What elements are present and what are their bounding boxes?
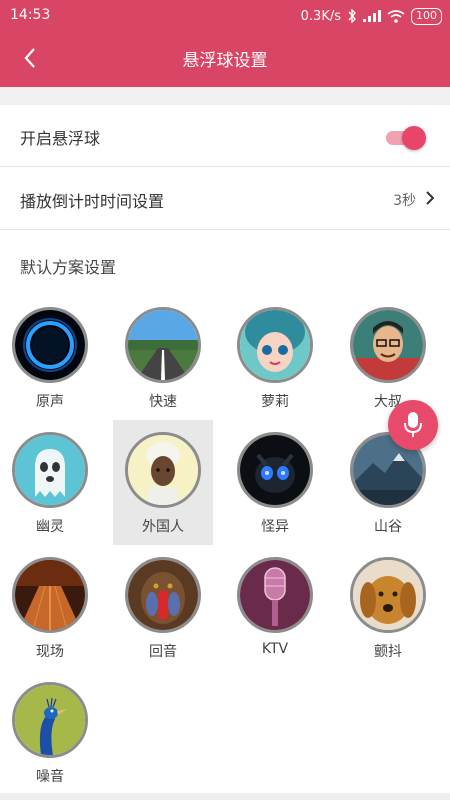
- preset-label: 现场: [36, 644, 64, 660]
- preset-label: 萝莉: [261, 394, 289, 410]
- float-ball-label: 开启悬浮球: [20, 129, 101, 148]
- weird-creature-icon: [237, 432, 313, 508]
- preset-ghost[interactable]: 幽灵: [0, 420, 100, 545]
- preset-section-title: 默认方案设置: [20, 258, 117, 277]
- preset-ktv[interactable]: KTV: [225, 545, 325, 670]
- wifi-icon: [387, 9, 405, 23]
- preset-tremble[interactable]: 颤抖: [338, 545, 438, 670]
- float-ball-toggle[interactable]: [386, 126, 428, 150]
- countdown-value: 3秒: [393, 193, 416, 209]
- status-icons: 0.3K/s 100: [301, 6, 442, 26]
- countdown-label: 播放倒计时时间设置: [20, 192, 165, 211]
- dog-icon: [350, 557, 426, 633]
- preset-original[interactable]: 原声: [0, 295, 100, 420]
- preset-label: 快速: [149, 394, 177, 410]
- preset-foreigner[interactable]: 外国人: [113, 420, 213, 545]
- uncle-avatar-icon: [350, 307, 426, 383]
- preset-label: 噪音: [36, 769, 64, 785]
- app-bar: 悬浮球设置: [0, 32, 450, 87]
- preset-label: 外国人: [142, 519, 184, 535]
- preset-fast[interactable]: 快速: [113, 295, 213, 420]
- status-time: 14:53: [10, 7, 51, 23]
- floating-mic-button[interactable]: [388, 400, 438, 450]
- preset-label: 颤抖: [374, 644, 402, 660]
- preset-label: 回音: [149, 644, 177, 660]
- battery-indicator: 100: [411, 7, 442, 25]
- countdown-setting-row[interactable]: 播放倒计时时间设置 3秒: [0, 168, 450, 230]
- bottom-divider: [0, 793, 450, 800]
- preset-label: KTV: [261, 641, 289, 657]
- preset-loli[interactable]: 萝莉: [225, 295, 325, 420]
- chevron-right-icon: [426, 191, 434, 205]
- original-voice-icon: [12, 307, 88, 383]
- float-ball-row[interactable]: 开启悬浮球: [0, 105, 450, 167]
- microphone-icon: [404, 412, 422, 437]
- road-icon: [125, 307, 201, 383]
- preset-label: 原声: [36, 394, 64, 410]
- network-speed: 0.3K/s: [300, 8, 341, 24]
- status-bar: 14:53 0.3K/s 100: [0, 0, 450, 32]
- microphone-photo-icon: [237, 557, 313, 633]
- preset-weird[interactable]: 怪异: [225, 420, 325, 545]
- preset-noise[interactable]: 噪音: [0, 670, 100, 795]
- foreigner-avatar-icon: [125, 432, 201, 508]
- preset-label: 山谷: [374, 519, 402, 535]
- anime-girl-icon: [237, 307, 313, 383]
- peacock-icon: [12, 682, 88, 758]
- signal-icon: [363, 10, 381, 22]
- preset-label: 怪异: [261, 519, 289, 535]
- preset-label: 幽灵: [36, 519, 64, 535]
- preset-live[interactable]: 现场: [0, 545, 100, 670]
- section-divider: [0, 87, 450, 105]
- ghost-icon: [12, 432, 88, 508]
- page-title: 悬浮球设置: [182, 51, 268, 71]
- live-concert-icon: [12, 557, 88, 633]
- bluetooth-icon: [348, 9, 356, 23]
- mandrill-icon: [125, 557, 201, 633]
- preset-echo[interactable]: 回音: [113, 545, 213, 670]
- toggle-knob: [402, 126, 426, 150]
